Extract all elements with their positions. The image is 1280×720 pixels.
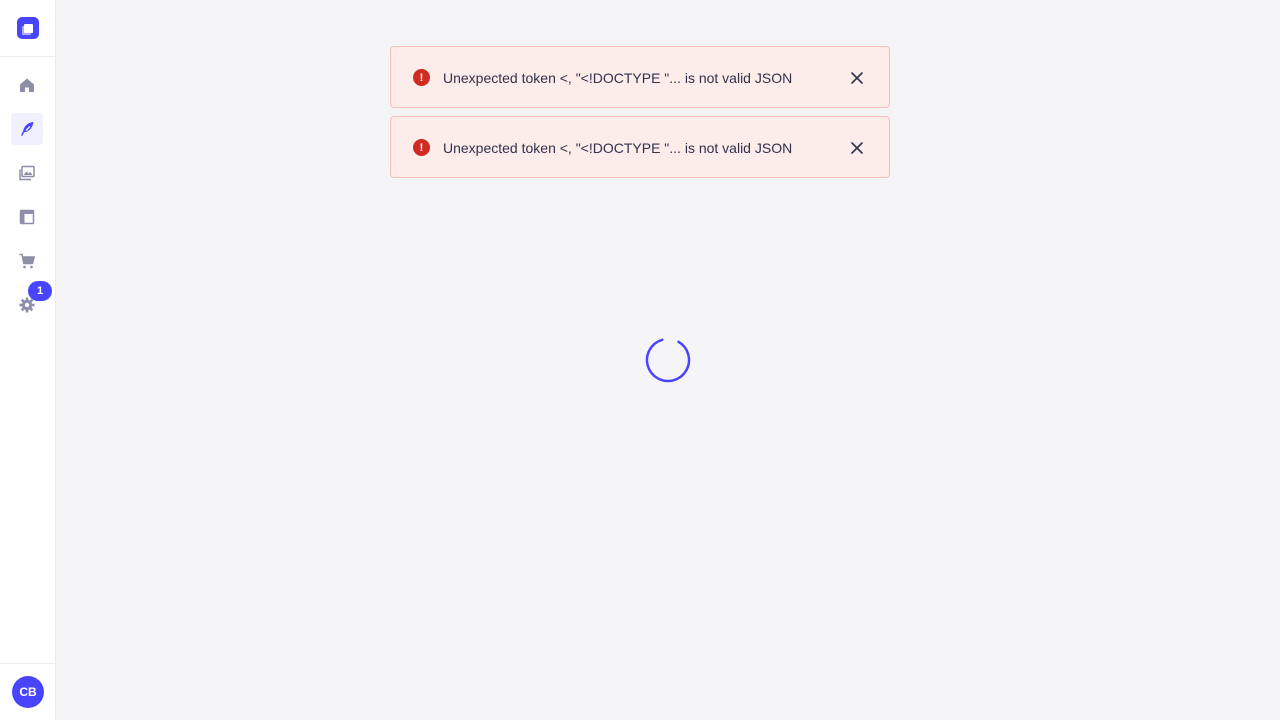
avatar[interactable]: CB (12, 676, 44, 708)
content-manager-icon (21, 122, 34, 136)
strapi-logo-icon[interactable] (17, 17, 39, 39)
nav-item-home[interactable] (11, 69, 43, 101)
home-icon (20, 78, 34, 92)
loading-spinner-icon (645, 337, 691, 383)
close-icon[interactable] (849, 140, 865, 156)
sidebar: 1 CB (0, 0, 56, 720)
toast-message: Unexpected token <, "<!DOCTYPE "... is n… (443, 140, 793, 156)
nav-item-layout[interactable] (11, 201, 43, 233)
layout-icon (19, 209, 35, 225)
divider (0, 56, 56, 57)
notification-badge: 1 (28, 281, 52, 301)
error-icon: ! (413, 69, 430, 86)
toast-message: Unexpected token <, "<!DOCTYPE "... is n… (443, 70, 793, 86)
close-icon[interactable] (849, 70, 865, 86)
error-toast: ! Unexpected token <, "<!DOCTYPE "... is… (390, 46, 890, 108)
error-icon: ! (413, 139, 430, 156)
error-toast: ! Unexpected token <, "<!DOCTYPE "... is… (390, 116, 890, 178)
nav-item-content-manager[interactable] (11, 113, 43, 145)
cart-icon (19, 253, 35, 269)
nav-item-media-library[interactable] (11, 157, 43, 189)
divider (0, 663, 56, 664)
media-library-icon (19, 165, 35, 181)
nav-item-marketplace[interactable] (11, 245, 43, 277)
